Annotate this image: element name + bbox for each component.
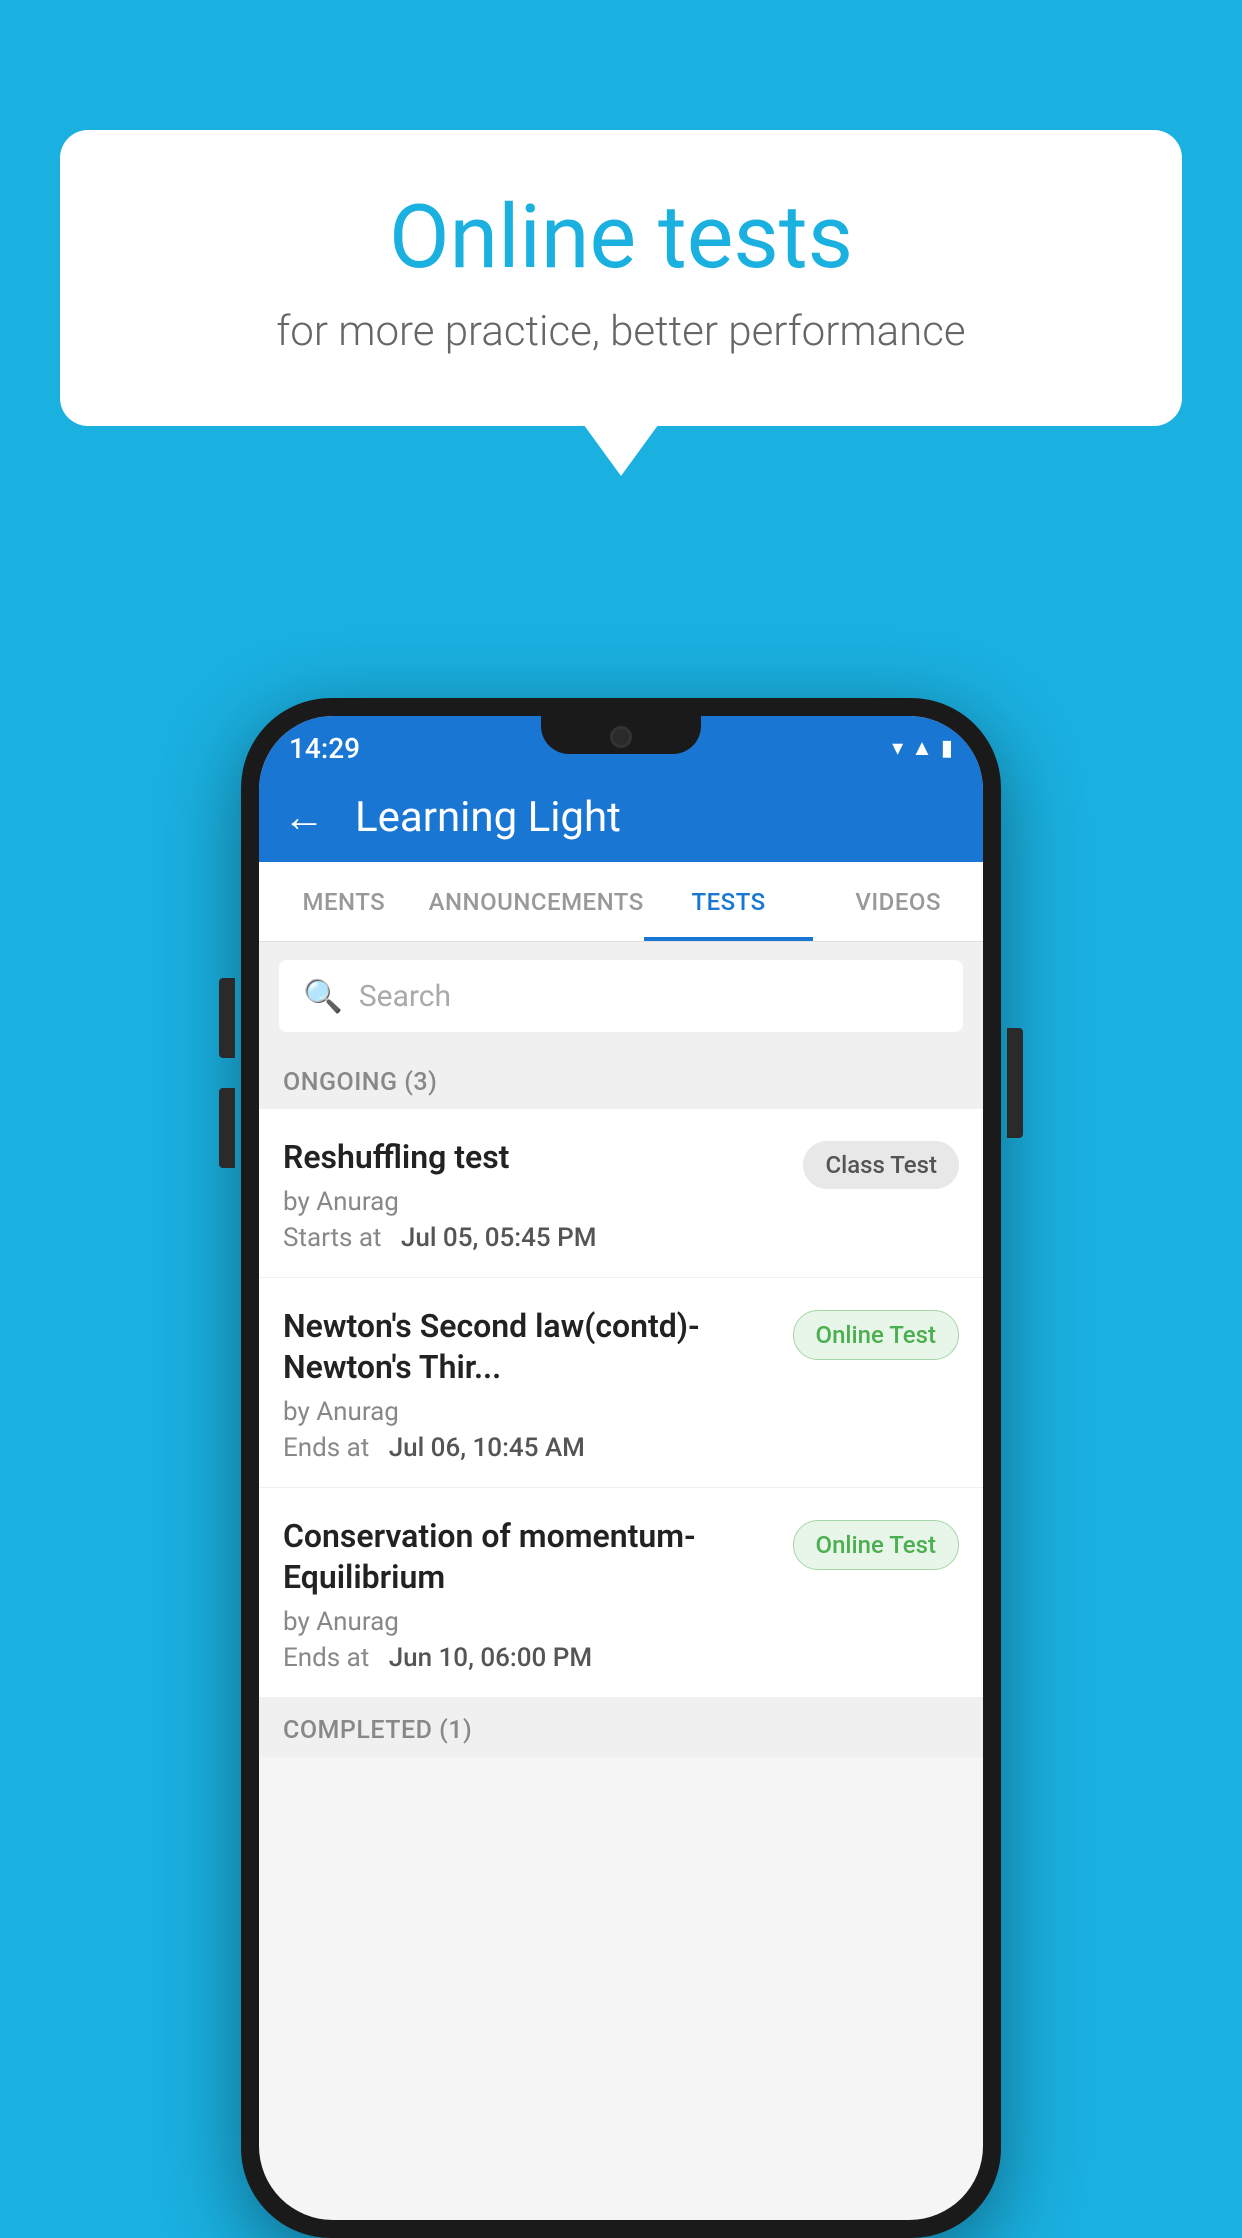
test-name-newtons: Newton's Second law(contd)-Newton's Thir…: [283, 1306, 777, 1389]
volume-up-button: [219, 978, 235, 1058]
tab-ments-label: MENTS: [302, 888, 385, 916]
test-author-conservation: by Anurag: [283, 1607, 777, 1637]
test-info-newtons: Newton's Second law(contd)-Newton's Thir…: [283, 1306, 777, 1463]
test-item-reshuffling[interactable]: Reshuffling test by Anurag Starts at Jul…: [259, 1109, 983, 1278]
volume-down-button: [219, 1088, 235, 1168]
test-name-reshuffling: Reshuffling test: [283, 1137, 787, 1179]
promo-section: Online tests for more practice, better p…: [60, 130, 1182, 426]
tab-videos-label: VIDEOS: [855, 888, 941, 916]
test-author-reshuffling: by Anurag: [283, 1187, 787, 1217]
bubble-subtitle: for more practice, better performance: [140, 307, 1102, 356]
search-icon: 🔍: [303, 977, 343, 1015]
search-container: 🔍 Search: [259, 942, 983, 1050]
back-button[interactable]: ←: [283, 793, 325, 842]
test-info-reshuffling: Reshuffling test by Anurag Starts at Jul…: [283, 1137, 787, 1253]
tab-ments[interactable]: MENTS: [259, 862, 429, 941]
search-input[interactable]: Search: [359, 979, 451, 1014]
bubble-title: Online tests: [140, 190, 1102, 287]
test-time-reshuffling: Starts at Jul 05, 05:45 PM: [283, 1223, 787, 1253]
phone-frame: 14:29 ▾ ▲ ▮ ← Learning Light MENTS ANNOU…: [241, 698, 1001, 2238]
status-icons: ▾ ▲ ▮: [892, 735, 953, 761]
status-time: 14:29: [289, 732, 360, 765]
battery-icon: ▮: [941, 736, 953, 761]
test-author-newtons: by Anurag: [283, 1397, 777, 1427]
tab-announcements[interactable]: ANNOUNCEMENTS: [429, 862, 644, 941]
badge-online-test-2: Online Test: [793, 1520, 959, 1570]
phone-notch: [541, 716, 701, 754]
test-info-conservation: Conservation of momentum-Equilibrium by …: [283, 1516, 777, 1673]
ongoing-label: ONGOING (3): [283, 1068, 437, 1097]
badge-online-test-1: Online Test: [793, 1310, 959, 1360]
test-item-conservation[interactable]: Conservation of momentum-Equilibrium by …: [259, 1488, 983, 1698]
wifi-icon: ▾: [892, 736, 903, 761]
app-title: Learning Light: [355, 793, 621, 842]
completed-label: COMPLETED (1): [283, 1716, 472, 1745]
test-name-conservation: Conservation of momentum-Equilibrium: [283, 1516, 777, 1599]
app-header: ← Learning Light: [259, 772, 983, 862]
time-label-1: Ends at: [283, 1433, 369, 1463]
tabs-bar: MENTS ANNOUNCEMENTS TESTS VIDEOS: [259, 862, 983, 942]
time-value-1: Jul 06, 10:45 AM: [389, 1433, 585, 1463]
power-button: [1007, 1028, 1023, 1138]
tab-tests-label: TESTS: [691, 888, 765, 916]
tab-tests[interactable]: TESTS: [644, 862, 814, 941]
time-value-0: Jul 05, 05:45 PM: [401, 1223, 597, 1253]
test-time-newtons: Ends at Jul 06, 10:45 AM: [283, 1433, 777, 1463]
time-label-0: Starts at: [283, 1223, 382, 1253]
tab-videos[interactable]: VIDEOS: [813, 862, 983, 941]
test-item-newtons[interactable]: Newton's Second law(contd)-Newton's Thir…: [259, 1278, 983, 1488]
completed-section-header: COMPLETED (1): [259, 1698, 983, 1757]
time-value-2: Jun 10, 06:00 PM: [389, 1643, 592, 1673]
badge-class-test-0: Class Test: [803, 1141, 959, 1189]
test-time-conservation: Ends at Jun 10, 06:00 PM: [283, 1643, 777, 1673]
tab-announcements-label: ANNOUNCEMENTS: [429, 888, 644, 916]
signal-icon: ▲: [911, 735, 933, 761]
ongoing-section-header: ONGOING (3): [259, 1050, 983, 1109]
search-bar[interactable]: 🔍 Search: [279, 960, 963, 1032]
time-label-2: Ends at: [283, 1643, 369, 1673]
front-camera: [610, 726, 632, 748]
phone-screen: 14:29 ▾ ▲ ▮ ← Learning Light MENTS ANNOU…: [259, 716, 983, 2220]
tests-list: Reshuffling test by Anurag Starts at Jul…: [259, 1109, 983, 1757]
speech-bubble: Online tests for more practice, better p…: [60, 130, 1182, 426]
